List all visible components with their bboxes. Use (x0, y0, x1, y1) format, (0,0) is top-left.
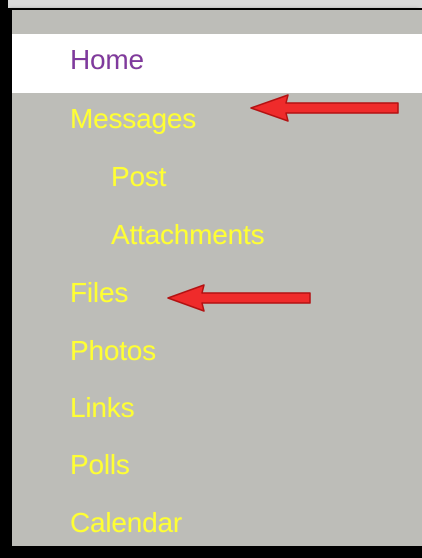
top-border-strip (8, 0, 422, 8)
panel-top-spacer (12, 10, 422, 34)
red-arrow-left-icon (167, 284, 311, 312)
nav-item-photos[interactable]: Photos (70, 337, 156, 365)
nav-item-attachments[interactable]: Attachments (111, 221, 265, 249)
nav-item-calendar[interactable]: Calendar (70, 509, 182, 537)
navigation-panel: Home Messages Post Attachments Files Pho… (12, 10, 422, 546)
nav-item-links[interactable]: Links (70, 394, 135, 422)
nav-item-messages[interactable]: Messages (70, 105, 196, 133)
nav-item-post[interactable]: Post (111, 163, 166, 191)
nav-item-home[interactable]: Home (70, 46, 144, 74)
screenshot-canvas: Home Messages Post Attachments Files Pho… (0, 0, 422, 558)
red-arrow-left-icon (250, 94, 399, 122)
nav-item-files[interactable]: Files (70, 279, 128, 307)
nav-item-polls[interactable]: Polls (70, 451, 130, 479)
